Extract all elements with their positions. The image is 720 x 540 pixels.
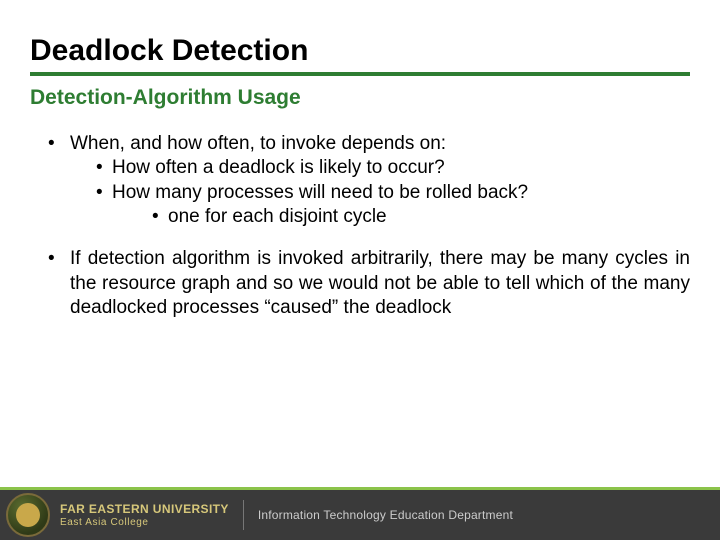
- bullet-marker: •: [48, 132, 70, 229]
- footer-bar: FAR EASTERN UNIVERSITY East Asia College…: [0, 490, 720, 540]
- bullet-group-2: • If detection algorithm is invoked arbi…: [48, 247, 690, 320]
- bullet-level2: • How often a deadlock is likely to occu…: [96, 156, 690, 180]
- university-seal-icon: [6, 493, 50, 537]
- bullet-marker: •: [96, 181, 112, 230]
- bullet-level2-group: • How often a deadlock is likely to occu…: [96, 156, 690, 229]
- bullet-text: one for each disjoint cycle: [168, 205, 387, 229]
- bullet-marker: •: [152, 205, 168, 229]
- footer-accent-line: [0, 487, 720, 490]
- university-block: FAR EASTERN UNIVERSITY East Asia College: [60, 502, 229, 528]
- slide-subtitle: Detection-Algorithm Usage: [30, 86, 690, 110]
- bullet-text: How often a deadlock is likely to occur?: [112, 156, 445, 180]
- bullet-level3: • one for each disjoint cycle: [152, 205, 528, 229]
- seal-inner-icon: [16, 503, 40, 527]
- slide: Deadlock Detection Detection-Algorithm U…: [0, 0, 720, 540]
- title-underline: [30, 72, 690, 76]
- bullet-text: If detection algorithm is invoked arbitr…: [70, 247, 690, 320]
- college-name: East Asia College: [60, 517, 229, 528]
- department-name: Information Technology Education Departm…: [258, 508, 513, 522]
- university-name: FAR EASTERN UNIVERSITY: [60, 502, 229, 516]
- slide-title: Deadlock Detection: [30, 34, 690, 68]
- bullet-marker: •: [48, 247, 70, 320]
- content-area: Deadlock Detection Detection-Algorithm U…: [0, 0, 720, 490]
- bullet-marker: •: [96, 156, 112, 180]
- bullet-level3-group: • one for each disjoint cycle: [152, 205, 528, 229]
- bullet-text: When, and how often, to invoke depends o…: [70, 133, 446, 154]
- bullet-level2: • How many processes will need to be rol…: [96, 181, 690, 230]
- bullet-group-1: • When, and how often, to invoke depends…: [48, 132, 690, 229]
- bullet-level1: • When, and how often, to invoke depends…: [48, 132, 690, 229]
- bullet-text-container: How many processes will need to be rolle…: [112, 181, 528, 230]
- body-text: • When, and how often, to invoke depends…: [30, 132, 690, 320]
- bullet-level1: • If detection algorithm is invoked arbi…: [48, 247, 690, 320]
- bullet-text: How many processes will need to be rolle…: [112, 182, 528, 203]
- bullet-text-container: When, and how often, to invoke depends o…: [70, 132, 690, 229]
- vertical-divider: [243, 500, 244, 530]
